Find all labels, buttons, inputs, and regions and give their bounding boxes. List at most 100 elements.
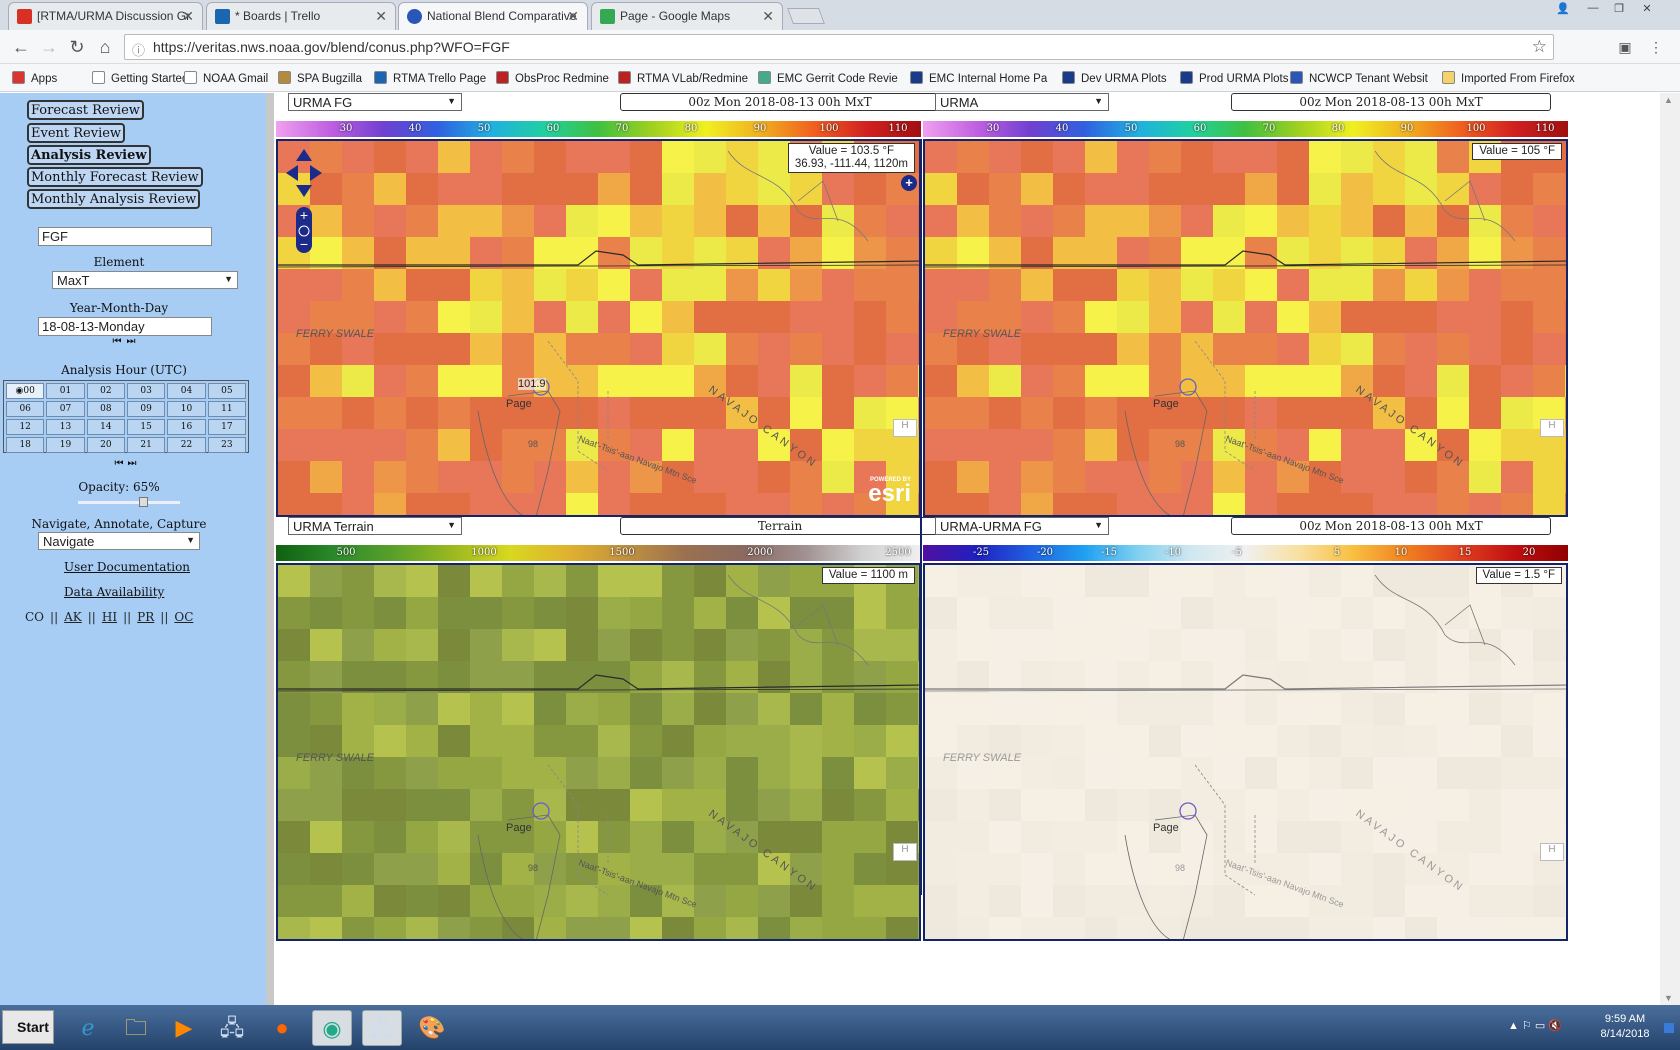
region-link-oc[interactable]: OC	[174, 610, 193, 624]
hour-cell[interactable]: 23	[207, 437, 246, 453]
panel-3-product-select[interactable]: URMA Terrain ▼	[288, 517, 462, 535]
pan-left-icon[interactable]	[286, 165, 298, 181]
map-canvas[interactable]: FERRY SWALEPage NAVAJO CANYONNaat'-Tsis'-…	[278, 565, 921, 941]
tab-google-maps[interactable]: Page - Google Maps ✕	[591, 2, 783, 30]
menu-icon[interactable]: ⋮	[1645, 36, 1667, 58]
hour-cell[interactable]: 12	[6, 419, 45, 435]
wfo-input[interactable]: FGF	[38, 227, 212, 246]
tab-national-blend[interactable]: National Blend Comparative ✕	[398, 2, 588, 30]
panel-3-time-box[interactable]: Terrain	[620, 517, 940, 535]
hour-cell[interactable]: 14	[86, 419, 125, 435]
monthly-forecast-review-button[interactable]: Monthly Forecast Review	[27, 167, 203, 187]
panel-1-time-box[interactable]: 00z Mon 2018-08-13 00h MxT	[620, 93, 940, 111]
panel-1-map[interactable]: FERRY SWALE Page NAVAJO CANYON Naat'-Tsis'-…	[276, 139, 921, 517]
bookmark-item[interactable]: NOAA Gmail	[184, 71, 268, 85]
zoom-in-icon[interactable]: +	[300, 207, 308, 223]
scroll-down-icon[interactable]: ▼	[1664, 993, 1673, 1003]
bookmark-item[interactable]: Prod URMA Plots	[1180, 71, 1288, 85]
element-select[interactable]: MaxT ▼	[52, 271, 238, 289]
show-desktop-button[interactable]	[1664, 1023, 1674, 1033]
panel-2-map[interactable]: FERRY SWALE Page NAVAJO CANYON Naat'-Tsis'-…	[923, 139, 1568, 517]
tab-gmail[interactable]: [RTMA/URMA Discussion Gr ✕	[8, 2, 203, 30]
bookmark-item[interactable]: RTMA Trello Page	[374, 71, 486, 85]
prev-hour-icon[interactable]: ⏮	[112, 458, 126, 469]
bookmark-item[interactable]: Getting Started	[92, 71, 188, 85]
hour-cell[interactable]: 03	[126, 383, 166, 399]
hour-cell[interactable]: 06	[6, 401, 45, 417]
page-scrollbar[interactable]: ▲ ▼	[1660, 93, 1680, 1005]
map-canvas[interactable]: FERRY SWALEPage NAVAJO CANYONNaat'-Tsis'-…	[925, 565, 1568, 941]
pan-down-icon[interactable]	[296, 185, 312, 197]
map-canvas[interactable]: FERRY SWALEPage NAVAJO CANYONNaat'-Tsis'-…	[278, 141, 921, 517]
pan-right-icon[interactable]	[310, 165, 322, 181]
home-extent-button[interactable]: H	[893, 419, 917, 437]
clock[interactable]: 9:59 AM 8/14/2018	[1590, 1012, 1660, 1042]
bookmark-item[interactable]: EMC Internal Home Pa	[910, 71, 1047, 85]
hour-cell[interactable]: 15	[126, 419, 166, 435]
chrome-icon[interactable]: ◉	[312, 1010, 352, 1046]
tab-trello[interactable]: * Boards | Trello ✕	[206, 2, 396, 30]
hour-cell[interactable]: 13	[46, 419, 85, 435]
home-extent-button[interactable]: H	[1540, 419, 1564, 437]
opacity-slider-thumb[interactable]	[139, 497, 149, 507]
forward-icon[interactable]: →	[38, 36, 60, 58]
hour-cell[interactable]: 18	[6, 437, 45, 453]
close-icon[interactable]: ✕	[182, 8, 194, 25]
hour-cell[interactable]: 20	[86, 437, 125, 453]
close-icon[interactable]: ✕	[567, 8, 579, 25]
expand-icon[interactable]: +	[901, 175, 917, 191]
network-app-icon[interactable]: 🖧	[212, 1010, 252, 1046]
bookmark-item[interactable]: Imported From Firefox	[1442, 71, 1575, 85]
hour-cell[interactable]: 22	[167, 437, 206, 453]
hour-cell[interactable]: 16	[167, 419, 206, 435]
bookmark-item[interactable]: Apps	[12, 71, 57, 85]
firefox-icon[interactable]: ●	[262, 1010, 302, 1046]
extension-icon[interactable]: ▣	[1614, 36, 1636, 58]
scroll-up-icon[interactable]: ▲	[1664, 95, 1673, 105]
opacity-slider-track[interactable]	[78, 497, 180, 507]
analysis-review-button[interactable]: Analysis Review	[27, 145, 151, 165]
hour-cell[interactable]: 05	[207, 383, 246, 399]
hour-cell[interactable]: 17	[207, 419, 246, 435]
panel-1-product-select[interactable]: URMA FG ▼	[288, 93, 462, 111]
bookmark-item[interactable]: SPA Bugzilla	[278, 71, 362, 85]
hour-cell[interactable]: 21	[126, 437, 166, 453]
bookmark-item[interactable]: NCWCP Tenant Websit	[1290, 71, 1428, 85]
address-bar[interactable]: ⓘ https://veritas.nws.noaa.gov/blend/con…	[124, 34, 1554, 60]
panel-2-time-box[interactable]: 00z Mon 2018-08-13 00h MxT	[1231, 93, 1551, 111]
data-availability-link[interactable]: Data Availability	[64, 585, 164, 599]
internet-explorer-icon[interactable]: ℯ	[68, 1010, 108, 1046]
hour-cell[interactable]: 19	[46, 437, 85, 453]
hour-cell[interactable]: 01	[46, 383, 85, 399]
panel-3-map[interactable]: FERRY SWALE Page NAVAJO CANYON Naat'-Tsis'-…	[276, 563, 921, 941]
hour-cell[interactable]: 02	[86, 383, 125, 399]
monthly-analysis-review-button[interactable]: Monthly Analysis Review	[27, 189, 201, 209]
hour-cell[interactable]: 09	[126, 401, 166, 417]
region-link-co[interactable]: CO	[25, 610, 44, 624]
tray-icons[interactable]: ▲ ⚐ ▭ 🔇	[1508, 1019, 1562, 1032]
panel-4-product-select[interactable]: URMA-URMA FG ▼	[935, 517, 1109, 535]
remote-desktop-icon[interactable]: 🖧	[362, 1010, 402, 1046]
info-icon[interactable]: ⓘ	[132, 40, 145, 59]
bookmark-item[interactable]: Dev URMA Plots	[1062, 71, 1167, 85]
panel-2-product-select[interactable]: URMA ▼	[935, 93, 1109, 111]
restore-button[interactable]: ❐	[1608, 2, 1630, 16]
bookmark-star-icon[interactable]: ☆	[1532, 37, 1547, 57]
hour-cell[interactable]: 10	[167, 401, 206, 417]
new-tab-button[interactable]	[787, 8, 825, 24]
next-hour-icon[interactable]: ⏭	[125, 458, 139, 469]
pan-up-icon[interactable]	[296, 149, 312, 161]
hour-cell[interactable]: 11	[207, 401, 246, 417]
close-window-button[interactable]: ✕	[1636, 2, 1658, 16]
panel-4-map[interactable]: FERRY SWALE Page NAVAJO CANYON Naat'-Tsis'-…	[923, 563, 1568, 941]
close-icon[interactable]: ✕	[375, 8, 387, 25]
next-day-icon[interactable]: ⏭	[124, 336, 138, 347]
home-extent-button[interactable]: H	[893, 843, 917, 861]
map-canvas[interactable]: FERRY SWALEPage NAVAJO CANYONNaat'-Tsis'-…	[925, 141, 1568, 517]
event-review-button[interactable]: Event Review	[27, 123, 126, 143]
back-icon[interactable]: ←	[10, 36, 32, 58]
home-icon[interactable]: ⌂	[94, 36, 116, 58]
hour-cell[interactable]: 08	[86, 401, 125, 417]
region-link-ak[interactable]: AK	[64, 610, 82, 624]
hour-cell[interactable]: 04	[167, 383, 206, 399]
